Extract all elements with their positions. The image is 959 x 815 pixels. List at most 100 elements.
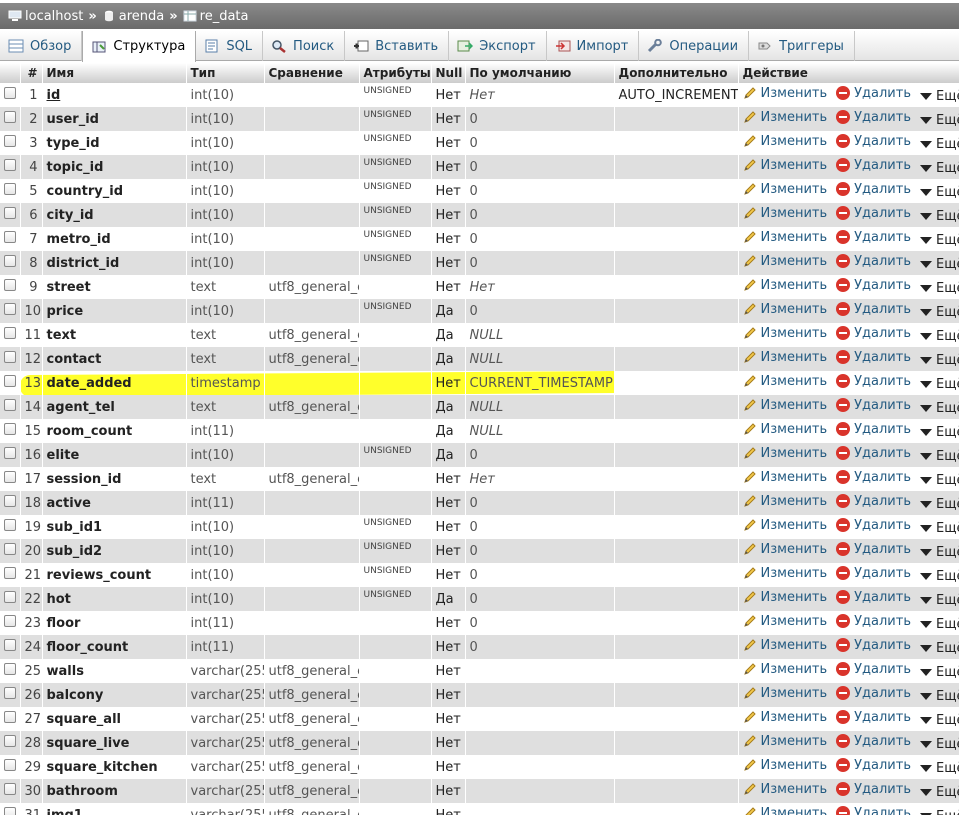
row-checkbox[interactable]	[4, 159, 16, 171]
delete-button[interactable]: Удалить	[836, 110, 911, 125]
more-button[interactable]: Ещё	[920, 785, 958, 800]
more-button[interactable]: Ещё	[920, 593, 958, 608]
breadcrumb-server[interactable]: localhost	[8, 9, 83, 24]
tab-insert[interactable]: Вставить	[345, 31, 450, 61]
more-button[interactable]: Ещё	[920, 209, 958, 224]
row-checkbox[interactable]	[4, 711, 16, 723]
delete-button[interactable]: Удалить	[836, 494, 911, 509]
edit-button[interactable]: Изменить	[743, 158, 827, 173]
more-button[interactable]: Ещё	[920, 713, 958, 728]
row-checkbox[interactable]	[4, 375, 16, 387]
more-button[interactable]: Ещё	[920, 425, 958, 440]
delete-button[interactable]: Удалить	[836, 182, 911, 197]
delete-button[interactable]: Удалить	[836, 446, 911, 461]
edit-button[interactable]: Изменить	[743, 182, 827, 197]
column-header[interactable]: По умолчанию	[465, 63, 615, 83]
delete-button[interactable]: Удалить	[836, 254, 911, 269]
row-checkbox[interactable]	[4, 495, 16, 507]
row-checkbox[interactable]	[4, 399, 16, 411]
row-checkbox[interactable]	[4, 639, 16, 651]
row-checkbox[interactable]	[4, 255, 16, 267]
row-checkbox[interactable]	[4, 759, 16, 771]
edit-button[interactable]: Изменить	[743, 398, 827, 413]
edit-button[interactable]: Изменить	[743, 758, 827, 773]
edit-button[interactable]: Изменить	[743, 110, 827, 125]
more-button[interactable]: Ещё	[920, 641, 958, 656]
delete-button[interactable]: Удалить	[836, 470, 911, 485]
tab-import[interactable]: Импорт	[547, 31, 640, 61]
edit-button[interactable]: Изменить	[743, 686, 827, 701]
edit-button[interactable]: Изменить	[743, 494, 827, 509]
edit-button[interactable]: Изменить	[743, 446, 827, 461]
column-header[interactable]: Дополнительно	[614, 63, 739, 83]
more-button[interactable]: Ещё	[920, 185, 958, 200]
delete-button[interactable]: Удалить	[836, 806, 911, 815]
more-button[interactable]: Ещё	[920, 89, 958, 104]
tab-triggers[interactable]: Триггеры	[749, 31, 855, 61]
row-checkbox[interactable]	[4, 327, 16, 339]
delete-button[interactable]: Удалить	[836, 278, 911, 293]
edit-button[interactable]: Изменить	[743, 86, 827, 101]
more-button[interactable]: Ещё	[920, 401, 958, 416]
more-button[interactable]: Ещё	[920, 113, 958, 128]
edit-button[interactable]: Изменить	[743, 254, 827, 269]
tab-sql[interactable]: SQL	[196, 31, 264, 61]
breadcrumb-table[interactable]: re_data	[183, 9, 249, 24]
more-button[interactable]: Ещё	[920, 305, 958, 320]
row-checkbox[interactable]	[4, 471, 16, 483]
delete-button[interactable]: Удалить	[836, 302, 911, 317]
edit-button[interactable]: Изменить	[743, 542, 827, 557]
row-checkbox[interactable]	[4, 807, 16, 815]
more-button[interactable]: Ещё	[920, 353, 958, 368]
column-header[interactable]: Тип	[186, 63, 265, 83]
more-button[interactable]: Ещё	[920, 737, 958, 752]
edit-button[interactable]: Изменить	[743, 710, 827, 725]
row-checkbox[interactable]	[4, 663, 16, 675]
edit-button[interactable]: Изменить	[743, 518, 827, 533]
delete-button[interactable]: Удалить	[836, 206, 911, 221]
delete-button[interactable]: Удалить	[836, 566, 911, 581]
row-checkbox[interactable]	[4, 735, 16, 747]
more-button[interactable]: Ещё	[920, 329, 958, 344]
more-button[interactable]: Ещё	[920, 161, 958, 176]
more-button[interactable]: Ещё	[920, 137, 958, 152]
delete-button[interactable]: Удалить	[836, 686, 911, 701]
edit-button[interactable]: Изменить	[743, 350, 827, 365]
row-checkbox[interactable]	[4, 303, 16, 315]
delete-button[interactable]: Удалить	[836, 782, 911, 797]
column-header[interactable]: Атрибуты	[359, 63, 432, 83]
edit-button[interactable]: Изменить	[743, 470, 827, 485]
more-button[interactable]: Ещё	[920, 449, 958, 464]
row-checkbox[interactable]	[4, 135, 16, 147]
delete-button[interactable]: Удалить	[836, 734, 911, 749]
column-header[interactable]: #	[20, 63, 43, 83]
edit-button[interactable]: Изменить	[743, 206, 827, 221]
delete-button[interactable]: Удалить	[836, 590, 911, 605]
delete-button[interactable]: Удалить	[836, 86, 911, 101]
more-button[interactable]: Ещё	[920, 473, 958, 488]
more-button[interactable]: Ещё	[920, 761, 958, 776]
more-button[interactable]: Ещё	[920, 497, 958, 512]
breadcrumb-database[interactable]: arenda	[102, 9, 164, 24]
more-button[interactable]: Ещё	[920, 281, 958, 296]
delete-button[interactable]: Удалить	[836, 542, 911, 557]
more-button[interactable]: Ещё	[920, 257, 958, 272]
column-header[interactable]: Null	[431, 63, 466, 83]
edit-button[interactable]: Изменить	[743, 638, 827, 653]
delete-button[interactable]: Удалить	[836, 230, 911, 245]
row-checkbox[interactable]	[4, 183, 16, 195]
more-button[interactable]: Ещё	[920, 689, 958, 704]
edit-button[interactable]: Изменить	[743, 326, 827, 341]
row-checkbox[interactable]	[4, 279, 16, 291]
row-checkbox[interactable]	[4, 87, 16, 99]
more-button[interactable]: Ещё	[920, 569, 958, 584]
delete-button[interactable]: Удалить	[836, 374, 911, 389]
edit-button[interactable]: Изменить	[743, 134, 827, 149]
more-button[interactable]: Ещё	[920, 665, 958, 680]
edit-button[interactable]: Изменить	[743, 566, 827, 581]
edit-button[interactable]: Изменить	[743, 422, 827, 437]
row-checkbox[interactable]	[4, 567, 16, 579]
column-header[interactable]: Сравнение	[264, 63, 360, 83]
more-button[interactable]: Ещё	[920, 545, 958, 560]
edit-button[interactable]: Изменить	[743, 614, 827, 629]
